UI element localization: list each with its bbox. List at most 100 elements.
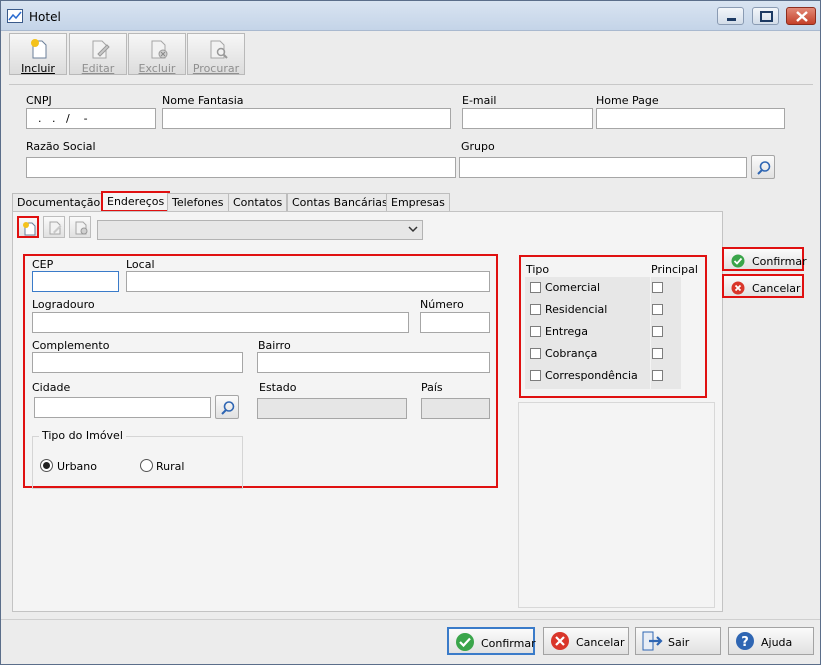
minimize-icon bbox=[727, 18, 736, 21]
tab-enderecos[interactable]: Endereços bbox=[101, 191, 171, 212]
razao-social-label: Razão Social bbox=[26, 140, 96, 153]
complemento-input[interactable] bbox=[32, 352, 243, 373]
add-address-button[interactable] bbox=[17, 216, 39, 238]
excluir-button[interactable]: Excluir bbox=[128, 33, 186, 75]
tab-empresas[interactable]: Empresas bbox=[386, 193, 450, 211]
tipo-imovel-label: Tipo do Imóvel bbox=[39, 429, 126, 442]
cancelar-label: Cancelar bbox=[576, 636, 625, 649]
delete-document-icon bbox=[75, 221, 88, 235]
chevron-down-icon bbox=[408, 226, 418, 233]
cancelar-button[interactable]: Cancelar bbox=[543, 627, 629, 655]
help-icon: ? bbox=[736, 632, 754, 650]
cobranca-checkbox[interactable] bbox=[530, 348, 541, 359]
cidade-search-button[interactable] bbox=[215, 395, 239, 419]
complemento-label: Complemento bbox=[32, 339, 110, 352]
maximize-icon bbox=[760, 11, 773, 22]
pais-input[interactable] bbox=[421, 398, 490, 419]
editar-button[interactable]: Editar bbox=[69, 33, 127, 75]
local-label: Local bbox=[126, 258, 155, 271]
cnpj-input[interactable] bbox=[26, 108, 156, 129]
estado-input[interactable] bbox=[257, 398, 407, 419]
ajuda-button[interactable]: ? Ajuda bbox=[728, 627, 814, 655]
chart-line-icon bbox=[7, 9, 23, 23]
principal-list bbox=[651, 277, 681, 389]
procurar-button[interactable]: Procurar bbox=[187, 33, 245, 75]
home-page-label: Home Page bbox=[596, 94, 659, 107]
close-button[interactable] bbox=[786, 7, 816, 25]
new-document-icon bbox=[23, 222, 36, 236]
incluir-label: Incluir bbox=[21, 62, 55, 75]
comercial-principal-checkbox[interactable] bbox=[652, 282, 663, 293]
bairro-label: Bairro bbox=[258, 339, 291, 352]
check-circle-icon bbox=[456, 633, 474, 651]
logradouro-input[interactable] bbox=[32, 312, 409, 333]
sair-label: Sair bbox=[668, 636, 690, 649]
grupo-input[interactable] bbox=[459, 157, 747, 178]
logradouro-label: Logradouro bbox=[32, 298, 95, 311]
grupo-label: Grupo bbox=[461, 140, 495, 153]
cobranca-principal-checkbox[interactable] bbox=[652, 348, 663, 359]
nome-fantasia-label: Nome Fantasia bbox=[162, 94, 244, 107]
title-bar: Hotel bbox=[1, 1, 820, 31]
toolbar: Incluir Editar Excluir Procurar bbox=[8, 32, 248, 76]
ajuda-label: Ajuda bbox=[761, 636, 793, 649]
enderecos-tab-page: CEP Local Logradouro Número Complemento … bbox=[12, 211, 723, 612]
nome-fantasia-input[interactable] bbox=[162, 108, 451, 129]
tipo-list: Comercial Residencial Entrega Cobrança C… bbox=[525, 277, 650, 389]
cidade-label: Cidade bbox=[32, 381, 71, 394]
rural-label: Rural bbox=[156, 460, 185, 473]
cancel-circle-icon bbox=[551, 632, 569, 650]
address-select[interactable] bbox=[97, 220, 423, 240]
minimize-button[interactable] bbox=[717, 7, 744, 25]
empty-panel bbox=[518, 402, 715, 608]
correspondencia-checkbox[interactable] bbox=[530, 370, 541, 381]
numero-label: Número bbox=[420, 298, 464, 311]
header-panel: CNPJ Nome Fantasia E-mail Home Page Razã… bbox=[9, 84, 813, 184]
side-cancelar-label: Cancelar bbox=[752, 282, 801, 295]
comercial-checkbox[interactable] bbox=[530, 282, 541, 293]
cidade-input[interactable] bbox=[34, 397, 211, 418]
correspondencia-principal-checkbox[interactable] bbox=[652, 370, 663, 381]
tipo-item: Entrega bbox=[545, 325, 589, 338]
exit-door-icon bbox=[642, 631, 663, 651]
tab-documentacao[interactable]: Documentação bbox=[12, 193, 106, 211]
delete-address-button[interactable] bbox=[69, 216, 91, 238]
cep-input[interactable] bbox=[32, 271, 119, 292]
sair-button[interactable]: Sair bbox=[635, 627, 721, 655]
tipo-item: Comercial bbox=[545, 281, 601, 294]
home-page-input[interactable] bbox=[596, 108, 785, 129]
search-icon bbox=[221, 401, 235, 415]
tab-telefones[interactable]: Telefones bbox=[167, 193, 229, 211]
maximize-button[interactable] bbox=[752, 7, 779, 25]
tab-contas-bancarias[interactable]: Contas Bancárias bbox=[287, 193, 393, 211]
address-form-box: CEP Local Logradouro Número Complemento … bbox=[23, 254, 498, 489]
side-cancelar-button[interactable]: Cancelar bbox=[722, 274, 804, 298]
confirmar-button[interactable]: Confirmar bbox=[447, 627, 536, 655]
search-icon bbox=[757, 161, 771, 175]
tipo-imovel-group: Tipo do Imóvel Urbano Rural bbox=[32, 429, 243, 489]
editar-label: Editar bbox=[81, 62, 115, 75]
tab-contatos[interactable]: Contatos bbox=[228, 193, 288, 211]
footer-bar: Confirmar Cancelar Sair ? Ajuda bbox=[1, 619, 820, 664]
urbano-radio[interactable] bbox=[40, 459, 53, 472]
razao-social-input[interactable] bbox=[26, 157, 456, 178]
entrega-principal-checkbox[interactable] bbox=[652, 326, 663, 337]
estado-label: Estado bbox=[259, 381, 297, 394]
bairro-input[interactable] bbox=[257, 352, 490, 373]
principal-header: Principal bbox=[651, 263, 698, 276]
entrega-checkbox[interactable] bbox=[530, 326, 541, 337]
local-input[interactable] bbox=[126, 271, 490, 292]
incluir-button[interactable]: Incluir bbox=[9, 33, 67, 75]
confirmar-label: Confirmar bbox=[481, 637, 536, 650]
tipo-item: Cobrança bbox=[545, 347, 598, 360]
residencial-principal-checkbox[interactable] bbox=[652, 304, 663, 315]
grupo-search-button[interactable] bbox=[751, 155, 775, 179]
edit-address-button[interactable] bbox=[43, 216, 65, 238]
numero-input[interactable] bbox=[420, 312, 490, 333]
rural-radio[interactable] bbox=[140, 459, 153, 472]
side-confirmar-button[interactable]: Confirmar bbox=[722, 247, 807, 271]
cancel-circle-icon bbox=[731, 281, 745, 295]
cep-label: CEP bbox=[32, 258, 54, 271]
residencial-checkbox[interactable] bbox=[530, 304, 541, 315]
email-input[interactable] bbox=[462, 108, 593, 129]
